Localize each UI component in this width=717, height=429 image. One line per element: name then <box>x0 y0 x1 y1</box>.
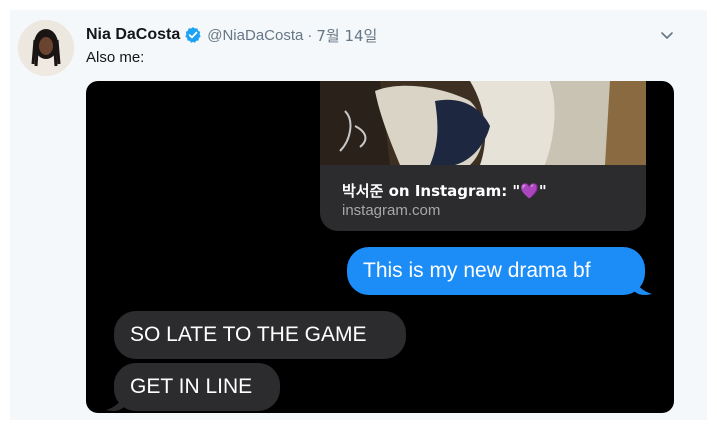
tweet-text: Also me: <box>86 49 145 66</box>
link-preview-image <box>320 81 646 165</box>
verified-badge-icon <box>184 26 202 44</box>
link-preview-title: 박서준 on Instagram: "💜" <box>342 182 547 200</box>
avatar[interactable] <box>18 20 74 76</box>
sent-message-bubble: This is my new drama bf <box>347 247 645 295</box>
tweet-date[interactable]: 7월 14일 <box>316 25 377 46</box>
header-separator: · <box>307 26 313 44</box>
tweet-header: Nia DaCosta @NiaDaCosta · 7월 14일 <box>86 24 377 46</box>
user-handle[interactable]: @NiaDaCosta <box>207 27 303 44</box>
display-name[interactable]: Nia DaCosta <box>86 26 180 44</box>
received-message-bubble: GET IN LINE <box>114 363 280 411</box>
received-bubble-tail <box>106 393 124 411</box>
received-message-bubble: SO LATE TO THE GAME <box>114 311 406 359</box>
link-preview-domain: instagram.com <box>342 202 441 219</box>
link-preview-card: 박서준 on Instagram: "💜" instagram.com <box>320 81 646 231</box>
tweet-media-screenshot[interactable]: 박서준 on Instagram: "💜" instagram.com This… <box>86 81 674 413</box>
tweet-card[interactable]: Nia DaCosta @NiaDaCosta · 7월 14일 Also me… <box>10 10 707 420</box>
chevron-down-icon[interactable] <box>659 27 675 43</box>
sent-bubble-tail <box>634 277 652 295</box>
avatar-image <box>18 20 74 76</box>
